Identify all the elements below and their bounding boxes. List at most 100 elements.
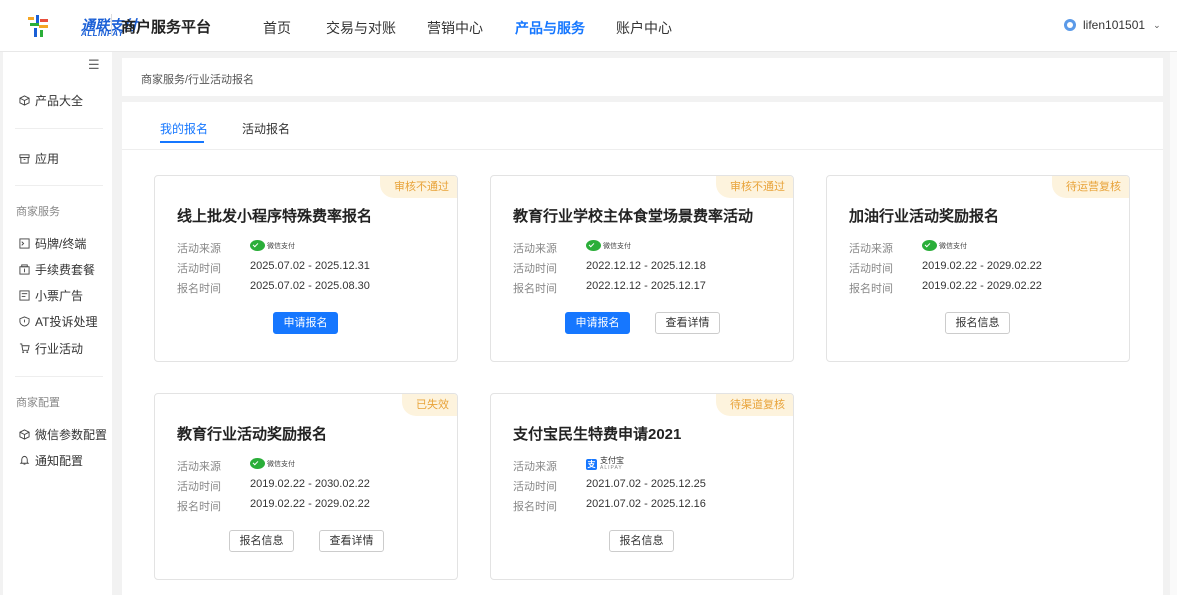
card-title: 教育行业活动奖励报名 <box>177 426 328 443</box>
tab-activity-signup[interactable]: 活动报名 <box>242 120 290 137</box>
sidebar-item-qr-terminal[interactable]: 码牌/终端 <box>18 235 86 252</box>
activity-time-value: 2025.07.02 - 2025.12.31 <box>250 260 370 272</box>
signup-time-value: 2022.12.12 - 2025.12.17 <box>586 280 706 292</box>
alipay-icon: 支 <box>586 458 597 470</box>
menu-collapse-icon[interactable]: ☰ <box>88 57 100 73</box>
nav-marketing[interactable]: 营销中心 <box>427 18 483 38</box>
sidebar-item-receipt-ads[interactable]: 小票广告 <box>18 287 83 304</box>
sidebar-item-apps[interactable]: 应用 <box>18 150 59 167</box>
source-label: 活动来源 <box>177 243 221 255</box>
source-label: 活动来源 <box>513 461 557 473</box>
signup-time-label: 报名时间 <box>177 283 221 295</box>
sidebar-item-label: 通知配置 <box>35 454 84 468</box>
nav-account[interactable]: 账户中心 <box>616 18 672 38</box>
signup-time-label: 报名时间 <box>849 283 893 295</box>
platform-title: 商户服务平台 <box>121 19 212 36</box>
sidebar-item-notify-config[interactable]: 通知配置 <box>18 452 83 469</box>
source-name: 微信支付 <box>603 242 631 250</box>
logo-subtext: ALLINPAY <box>81 29 124 38</box>
user-menu[interactable]: lifen101501 ⌄ <box>1064 18 1161 32</box>
sidebar-item-wechat-params[interactable]: 微信参数配置 <box>18 426 107 443</box>
signup-info-button[interactable]: 报名信息 <box>229 530 294 552</box>
apply-signup-button[interactable]: 申请报名 <box>273 312 338 334</box>
activity-time-label: 活动时间 <box>177 481 221 493</box>
signup-info-button[interactable]: 报名信息 <box>609 530 674 552</box>
shield-icon <box>18 315 30 328</box>
status-badge: 审核不通过 <box>380 176 457 198</box>
card-title: 支付宝民生特费申请2021 <box>513 426 682 443</box>
source-wechat: 微信支付 <box>250 458 295 469</box>
tab-my-signups[interactable]: 我的报名 <box>160 120 208 137</box>
nav-home[interactable]: 首页 <box>263 18 291 38</box>
signup-time-label: 报名时间 <box>513 501 557 513</box>
signup-info-button[interactable]: 报名信息 <box>945 312 1010 334</box>
sidebar-item-industry-activity[interactable]: 行业活动 <box>18 340 83 357</box>
signup-time-label: 报名时间 <box>513 283 557 295</box>
source-name: 支付宝 <box>600 456 624 465</box>
top-bar: 通联支付 ALLINPAY 商户服务平台 首页 交易与对账 营销中心 产品与服务… <box>0 0 1177 52</box>
sidebar-item-label: 行业活动 <box>35 342 84 356</box>
activity-time-label: 活动时间 <box>513 263 557 275</box>
sidebar-item-label: 手续费套餐 <box>35 263 96 277</box>
activity-card: 已失效 教育行业活动奖励报名 活动来源 微信支付 活动时间 2019.02.22… <box>154 393 458 580</box>
source-wechat: 微信支付 <box>250 240 295 251</box>
signup-time-value: 2019.02.22 - 2029.02.22 <box>922 280 1042 292</box>
sidebar-item-fee-package[interactable]: 手续费套餐 <box>18 261 95 278</box>
source-name: 微信支付 <box>939 242 967 250</box>
activity-card: 待渠道复核 支付宝民生特费申请2021 活动来源 支 支付宝 ALIPAY 活动… <box>490 393 794 580</box>
source-alipay: 支 支付宝 ALIPAY <box>586 457 624 471</box>
source-wechat: 微信支付 <box>586 240 631 251</box>
wechat-pay-icon <box>250 458 265 469</box>
tab-bar: 我的报名 活动报名 <box>122 102 1163 150</box>
sidebar-item-products[interactable]: 产品大全 <box>18 92 83 109</box>
sidebar-item-label: 小票广告 <box>35 289 84 303</box>
status-badge: 待运营复核 <box>1052 176 1129 198</box>
scrollbar[interactable] <box>1170 52 1177 595</box>
activity-card: 审核不通过 线上批发小程序特殊费率报名 活动来源 微信支付 活动时间 2025.… <box>154 175 458 362</box>
source-label: 活动来源 <box>177 461 221 473</box>
activity-time-value: 2019.02.22 - 2030.02.22 <box>250 478 370 490</box>
wechat-pay-icon <box>586 240 601 251</box>
source-subname: ALIPAY <box>600 465 623 471</box>
alipay-wordmark: 支付宝 ALIPAY <box>600 456 624 472</box>
source-name: 微信支付 <box>267 242 295 250</box>
source-wechat: 微信支付 <box>922 240 967 251</box>
sidebar-group-merchant-service: 商家服务 <box>16 206 60 218</box>
card-title: 线上批发小程序特殊费率报名 <box>177 208 373 225</box>
view-details-button[interactable]: 查看详情 <box>319 530 384 552</box>
username: lifen101501 <box>1083 18 1146 32</box>
cube-icon <box>18 94 30 107</box>
nav-trade-reconcile[interactable]: 交易与对账 <box>326 18 396 38</box>
receipt-icon <box>18 289 30 302</box>
sidebar-divider <box>15 376 103 377</box>
chevron-down-icon: ⌄ <box>1153 19 1161 30</box>
activity-card: 待运营复核 加油行业活动奖励报名 活动来源 微信支付 活动时间 2019.02.… <box>826 175 1130 362</box>
sidebar-item-label: 码牌/终端 <box>35 237 87 251</box>
header-divider <box>111 14 112 36</box>
bell-icon <box>18 455 30 467</box>
box-icon <box>18 153 30 165</box>
apply-signup-button[interactable]: 申请报名 <box>565 312 630 334</box>
view-details-button[interactable]: 查看详情 <box>655 312 720 334</box>
sidebar-item-label: 微信参数配置 <box>35 428 108 442</box>
sidebar-item-at-complaints[interactable]: AT投诉处理 <box>18 313 97 330</box>
wechat-pay-icon <box>922 240 937 251</box>
card-title: 教育行业学校主体食堂场景费率活动 <box>513 208 754 225</box>
wechat-pay-icon <box>250 240 265 251</box>
tab-active-indicator <box>160 141 204 143</box>
main-content: 我的报名 活动报名 审核不通过 线上批发小程序特殊费率报名 活动来源 微信支付 … <box>122 102 1163 595</box>
signup-time-value: 2021.07.02 - 2025.12.16 <box>586 498 706 510</box>
activity-time-label: 活动时间 <box>177 263 221 275</box>
nav-products-services[interactable]: 产品与服务 <box>515 18 585 38</box>
signup-time-value: 2019.02.22 - 2029.02.22 <box>250 498 370 510</box>
sidebar-item-label: 应用 <box>35 152 60 166</box>
activity-time-value: 2021.07.02 - 2025.12.25 <box>586 478 706 490</box>
allinpay-logo[interactable]: 通联支付 ALLINPAY <box>26 13 137 39</box>
status-badge: 待渠道复核 <box>716 394 793 416</box>
terminal-icon <box>18 237 30 250</box>
sidebar-item-label: 产品大全 <box>35 94 84 108</box>
sidebar-divider <box>15 185 103 186</box>
package-icon <box>18 263 30 276</box>
sidebar-item-label: AT投诉处理 <box>35 315 98 329</box>
sidebar: ☰ 产品大全 应用 商家服务 码牌/终端 手续费套餐 小票广告 AT投诉处理 行… <box>3 52 112 595</box>
